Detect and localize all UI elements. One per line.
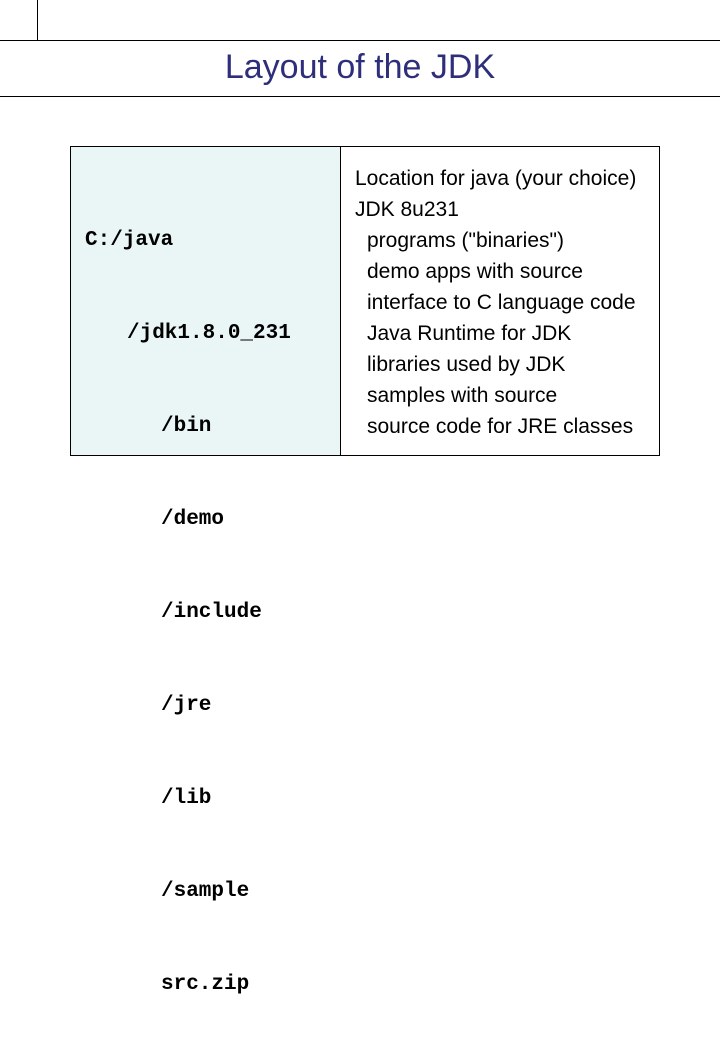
- slide-title: Layout of the JDK: [0, 48, 720, 87]
- decorative-tick: [37, 0, 38, 40]
- path-demo: /demo: [85, 504, 224, 535]
- path-include: /include: [85, 597, 262, 628]
- path-jre: /jre: [85, 690, 211, 721]
- path-bin: /bin: [85, 411, 211, 442]
- path-lib: /lib: [85, 783, 211, 814]
- slide: Layout of the JDK C:/java /jdk1.8.0_231 …: [0, 0, 720, 540]
- desc-jre: Java Runtime for JDK: [355, 318, 571, 349]
- path-sample: /sample: [85, 876, 249, 907]
- desc-lib: libraries used by JDK: [355, 349, 565, 380]
- desc-jdk: JDK 8u231: [355, 194, 647, 225]
- desc-include: interface to C language code: [355, 287, 636, 318]
- path-srczip: src.zip: [85, 969, 249, 1000]
- desc-demo: demo apps with source: [355, 256, 583, 287]
- paths-block: C:/java /jdk1.8.0_231 /bin /demo /includ…: [85, 163, 326, 1062]
- descriptions-block: Location for java (your choice) JDK 8u23…: [355, 163, 647, 442]
- horizontal-rule-top: [0, 40, 720, 41]
- desc-root: Location for java (your choice): [355, 163, 647, 194]
- desc-bin: programs ("binaries"): [355, 225, 564, 256]
- desc-srczip: source code for JRE classes: [355, 411, 633, 442]
- content-panel: C:/java /jdk1.8.0_231 /bin /demo /includ…: [70, 146, 660, 456]
- path-jdk: /jdk1.8.0_231: [85, 318, 291, 349]
- horizontal-rule-bottom: [0, 96, 720, 97]
- paths-column: C:/java /jdk1.8.0_231 /bin /demo /includ…: [71, 147, 341, 455]
- descriptions-column: Location for java (your choice) JDK 8u23…: [341, 147, 659, 455]
- path-root: C:/java: [85, 225, 326, 256]
- desc-sample: samples with source: [355, 380, 557, 411]
